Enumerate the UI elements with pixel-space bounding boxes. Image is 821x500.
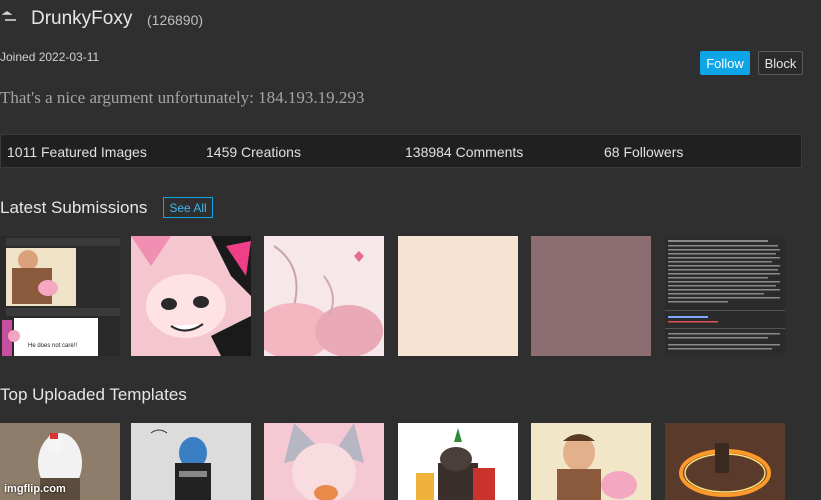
thumb-caption: He does not care!!: [28, 343, 78, 349]
lucario-template-image: [131, 423, 251, 500]
raccoon-template-image: [398, 423, 518, 500]
submission-thumbnail[interactable]: [398, 236, 518, 356]
template-thumbnail[interactable]: [665, 423, 785, 500]
user-bio: That's a nice argument unfortunately: 18…: [0, 88, 365, 107]
submission-thumbnail[interactable]: [665, 236, 785, 356]
sketch-art-image: [264, 236, 384, 356]
comments-stat[interactable]: 138984 Comments: [405, 144, 523, 160]
submission-thumbnail[interactable]: He does not care!!: [0, 236, 120, 356]
template-thumbnail[interactable]: [264, 423, 384, 500]
cat-girl-template-image: [264, 423, 384, 500]
follow-button[interactable]: Follow: [700, 51, 750, 75]
top-templates-title: Top Uploaded Templates: [0, 385, 187, 404]
followers-stat[interactable]: 68 Followers: [604, 144, 683, 160]
fox-art-image: [131, 236, 251, 356]
imgflip-watermark: imgflip.com: [4, 483, 66, 495]
latest-submissions-title: Latest Submissions: [0, 198, 148, 217]
see-all-button[interactable]: See All: [163, 197, 213, 218]
user-id: (126890): [147, 12, 204, 28]
template-thumbnail[interactable]: [531, 423, 651, 500]
username: DrunkyFoxy: [31, 8, 133, 29]
submission-thumbnail[interactable]: [531, 236, 651, 356]
template-thumbnail[interactable]: [131, 423, 251, 500]
featured-images-stat[interactable]: 1011 Featured Images: [7, 144, 147, 160]
submission-thumbnail[interactable]: [264, 236, 384, 356]
block-button[interactable]: Block: [758, 51, 803, 75]
avatar-icon: [2, 11, 16, 21]
joined-date: Joined 2022-03-11: [0, 50, 100, 64]
comment-screenshot-image: [665, 236, 785, 356]
template-thumbnail[interactable]: [398, 423, 518, 500]
creations-stat[interactable]: 1459 Creations: [206, 144, 301, 160]
cartoon-man-template-image: [531, 423, 651, 500]
stats-bar: 1011 Featured Images 1459 Creations 1389…: [0, 134, 802, 168]
submission-thumbnail[interactable]: [131, 236, 251, 356]
fire-circle-template-image: [665, 423, 785, 500]
